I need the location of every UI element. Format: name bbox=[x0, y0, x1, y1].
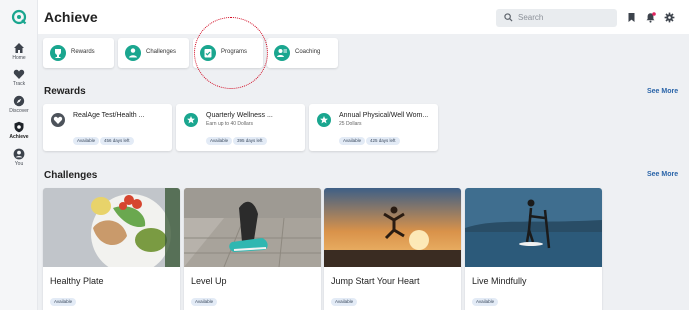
shield-icon bbox=[14, 121, 24, 133]
challenge-card[interactable]: Live Mindfully Available bbox=[465, 188, 602, 310]
heart-icon bbox=[13, 69, 25, 79]
sidebar-item-you[interactable]: You bbox=[0, 148, 38, 167]
challenge-title: Jump Start Your Heart bbox=[331, 276, 420, 286]
search-icon bbox=[504, 13, 513, 22]
status-badge: Available bbox=[339, 137, 366, 145]
search-input[interactable]: Search bbox=[496, 9, 617, 27]
live-mindfully-image bbox=[465, 188, 602, 267]
days-left-badge: 456 days left bbox=[100, 137, 134, 145]
rewards-section-title: Rewards bbox=[44, 86, 86, 97]
quick-link-label: Rewards bbox=[71, 49, 95, 55]
challenge-card[interactable]: Level Up Available bbox=[184, 188, 321, 310]
reward-card[interactable]: Annual Physical/Well Wom... 25 Dollars A… bbox=[309, 104, 438, 151]
quick-link-label: Challenges bbox=[146, 49, 177, 55]
compass-icon bbox=[13, 95, 25, 107]
status-badge: Available bbox=[331, 298, 358, 306]
main-content: Rewards Challenges Programs Coaching Rew… bbox=[38, 17, 689, 310]
challenge-title: Healthy Plate bbox=[50, 276, 104, 286]
notification-bell-icon[interactable] bbox=[645, 12, 656, 23]
challenge-card[interactable]: Jump Start Your Heart Available bbox=[324, 188, 461, 310]
reward-name: Annual Physical/Well Wom... bbox=[339, 112, 429, 119]
rewards-see-more-link[interactable]: See More bbox=[647, 88, 678, 95]
sidebar-item-track[interactable]: Track bbox=[0, 68, 38, 87]
status-badge: Available bbox=[472, 298, 499, 306]
days-left-badge: 425 days left bbox=[366, 137, 400, 145]
page-title: Achieve bbox=[44, 9, 98, 25]
reward-card[interactable]: RealAge Test/Health ... Available 456 da… bbox=[43, 104, 172, 151]
trophy-icon bbox=[50, 45, 66, 61]
coach-icon bbox=[274, 45, 290, 61]
reward-name: RealAge Test/Health ... bbox=[73, 112, 145, 119]
user-icon bbox=[13, 148, 25, 160]
status-badge: Available bbox=[73, 137, 100, 145]
challenge-title: Level Up bbox=[191, 276, 227, 286]
challenges-section-title: Challenges bbox=[44, 170, 98, 181]
reward-subtitle: Earn up to 40 Dollars bbox=[206, 121, 253, 127]
search-placeholder: Search bbox=[518, 13, 544, 22]
quick-link-challenges[interactable]: Challenges bbox=[118, 38, 189, 68]
sidebar-item-label: Home bbox=[12, 55, 26, 61]
settings-gear-icon[interactable] bbox=[664, 12, 675, 23]
jump-start-image bbox=[324, 188, 461, 267]
annotation-circle bbox=[194, 17, 268, 89]
sidebar-item-discover[interactable]: Discover bbox=[0, 95, 38, 114]
bookmark-icon[interactable] bbox=[626, 12, 637, 23]
sidebar-item-label: Achieve bbox=[9, 134, 29, 140]
sidebar-item-label: You bbox=[14, 161, 24, 167]
healthy-plate-image bbox=[43, 188, 180, 267]
quick-link-coaching[interactable]: Coaching bbox=[267, 38, 338, 68]
quick-link-label: Coaching bbox=[295, 49, 321, 55]
heart-icon bbox=[51, 113, 65, 127]
status-badge: Available bbox=[50, 298, 77, 306]
days-left-badge: 395 days left bbox=[233, 137, 267, 145]
sidebar-item-label: Discover bbox=[9, 108, 29, 114]
quick-link-rewards[interactable]: Rewards bbox=[43, 38, 114, 68]
star-icon bbox=[317, 113, 331, 127]
level-up-image bbox=[184, 188, 321, 267]
star-icon bbox=[184, 113, 198, 127]
sidebar-item-achieve[interactable]: Achieve bbox=[0, 121, 38, 140]
reward-subtitle: 25 Dollars bbox=[339, 121, 362, 127]
reward-name: Quarterly Wellness ... bbox=[206, 112, 273, 119]
reward-card[interactable]: Quarterly Wellness ... Earn up to 40 Dol… bbox=[176, 104, 305, 151]
top-header: Achieve Search bbox=[38, 0, 689, 34]
home-icon bbox=[14, 43, 24, 53]
app-logo-icon[interactable] bbox=[11, 9, 27, 25]
challenge-title: Live Mindfully bbox=[472, 276, 527, 286]
status-badge: Available bbox=[191, 298, 218, 306]
challenges-see-more-link[interactable]: See More bbox=[647, 171, 678, 178]
person-icon bbox=[125, 45, 141, 61]
status-badge: Available bbox=[206, 137, 233, 145]
sidebar-item-label: Track bbox=[12, 81, 26, 87]
sidebar-item-home[interactable]: Home bbox=[0, 42, 38, 61]
challenge-card[interactable]: Healthy Plate Available bbox=[43, 188, 180, 310]
sidebar: Home Track Discover Achieve You bbox=[0, 0, 38, 310]
